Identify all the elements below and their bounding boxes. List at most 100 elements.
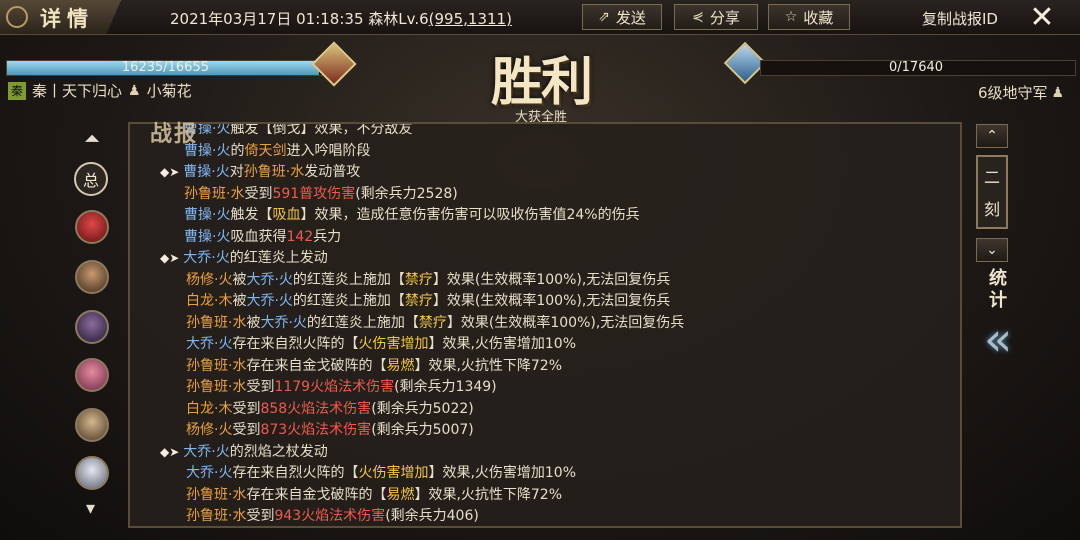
general-avatar[interactable] [75, 456, 109, 490]
log-segment: 受到 [244, 185, 273, 202]
log-segment: 曹操·火 [184, 228, 231, 245]
log-line: 孙鲁班·水存在来自金戈破阵的【易燃】效果,火抗性下降72% [160, 485, 960, 507]
log-line: 孙鲁班·水受到1179火焰法术伤害(剩余兵力1349) [160, 377, 960, 399]
log-segment: 火伤害增加 [358, 465, 429, 481]
action-marker-icon: ◆➤ [160, 251, 180, 265]
left-hp-text: 16235/16655 [121, 60, 209, 75]
attacker-info: 秦 秦丨天下归心 ♟ 小菊花 [8, 80, 192, 101]
alliance-name[interactable]: 秦丨天下归心 [32, 80, 122, 101]
log-segment: 曹操·火 [183, 164, 230, 180]
log-segment: 的红莲炎上施加【 [292, 293, 405, 309]
ornament-icon [6, 6, 28, 28]
general-avatar[interactable] [75, 310, 109, 344]
log-segment: 受到 [246, 508, 275, 524]
log-segment: 易燃 [386, 357, 415, 374]
log-segment: 孙鲁班·水 [186, 357, 247, 374]
log-segment: 的红莲炎上施加【 [306, 314, 419, 331]
log-segment: 大乔·火 [183, 250, 230, 266]
log-segment: 禁疗 [404, 293, 433, 309]
log-line: ◆➤ 曹操·火对孙鲁班·水发动普攻 [160, 162, 960, 184]
stats-char: 计 [989, 290, 1007, 311]
log-segment: 的烈焰之杖发动 [229, 443, 328, 460]
log-segment: 大乔·火 [260, 314, 307, 331]
log-segment: 大乔·火 [246, 271, 293, 288]
general-avatar[interactable] [75, 358, 109, 392]
log-line: ◆➤ 大乔·火的红莲炎上发动 [160, 248, 960, 270]
log-line: 大乔·火存在来自烈火阵的【火伤害增加】效果,火伤害增加10% [160, 334, 960, 356]
log-line: 杨修·火受到873火焰法术伤害(剩余兵力5007) [160, 420, 960, 442]
log-segment: (剩余兵力2528) [355, 185, 458, 202]
copy-report-id-button[interactable]: 复制战报ID [922, 8, 998, 29]
top-bar: 详情 2021年03月17日 01:18:35 森林Lv.6(995,1311)… [0, 0, 1080, 35]
log-line: 曹操·火的倚天剑进入吟唱阶段 [160, 141, 960, 163]
faction-badge: 秦 [8, 81, 26, 100]
log-segment: 591普攻伤害 [272, 185, 356, 202]
summary-button[interactable]: 总 [74, 162, 108, 196]
log-segment: 易燃 [386, 486, 415, 503]
stats-char: 统 [989, 268, 1007, 289]
chevron-up-icon[interactable]: ⏶ [84, 126, 100, 150]
chevron-down-icon[interactable]: ▾ [86, 498, 95, 519]
action-marker-icon: ◆➤ [160, 165, 180, 179]
general-avatar[interactable] [75, 408, 109, 442]
left-hp-bar: 16235/16655 [6, 60, 328, 76]
send-button[interactable]: ⇗ 发送 [582, 4, 662, 30]
scroll-up-button[interactable]: ⌃ [976, 124, 1008, 148]
share-icon: ⋞ [692, 9, 704, 25]
right-hp-text: 0/17640 [889, 60, 944, 75]
coords-link[interactable]: (995,1311) [429, 10, 512, 28]
battle-report-stamp: 战报 [150, 121, 199, 147]
page-title: 详情 [40, 6, 94, 31]
log-segment: 禁疗 [404, 271, 433, 288]
double-chevron-left-icon[interactable]: « [984, 312, 1012, 366]
log-segment: 1179火焰法术伤害 [274, 379, 395, 395]
log-line: 孙鲁班·水受到943火焰法术伤害(剩余兵力406) [160, 506, 960, 526]
log-segment: 】效果,火伤害增加10% [428, 336, 577, 352]
log-segment: 倚天剑 [244, 142, 287, 159]
player-name[interactable]: 小菊花 [147, 80, 192, 101]
log-segment: 存在来自金戈破阵的【 [246, 357, 387, 374]
phase-char: 刻 [983, 200, 1000, 219]
log-segment: 】效果，造成任意伤害伤害可以吸收伤害值24%的伤兵 [300, 207, 640, 223]
share-button[interactable]: ⋞ 分享 [674, 4, 758, 30]
scroll-down-button[interactable]: ⌄ [976, 238, 1008, 262]
log-segment: 孙鲁班·水 [243, 164, 305, 180]
log-segment: 对 [229, 164, 244, 180]
log-segment: 兵力 [313, 228, 342, 245]
log-segment: 】效果(生效概率100%),无法回复伤兵 [432, 271, 671, 288]
phase-indicator: 二 刻 [976, 155, 1008, 229]
player-icon: ♟ [128, 82, 141, 99]
log-segment: 孙鲁班·水 [184, 185, 245, 202]
battle-result: 胜利 [490, 52, 593, 113]
battle-log: 曹操·火触发【倒戈】效果，不分敌友 曹操·火的倚天剑进入吟唱阶段 ◆➤ 曹操·火对孙鲁… [160, 124, 960, 526]
general-avatar[interactable] [75, 210, 109, 244]
log-segment: 存在来自烈火阵的【 [232, 465, 359, 481]
log-segment: 白龙·木 [186, 293, 233, 309]
log-segment: 进入吟唱阶段 [286, 142, 371, 159]
log-segment: 受到 [232, 422, 261, 438]
log-line: 白龙·木受到858火焰法术伤害(剩余兵力5022) [160, 399, 960, 421]
title-tab: 详情 [0, 0, 121, 34]
defender-name: 6级地守军 [978, 84, 1048, 102]
log-segment: 孙鲁班·水 [186, 486, 247, 503]
stats-button[interactable]: 统 计 [986, 268, 1010, 312]
log-segment: 杨修·火 [186, 422, 233, 438]
log-line: 孙鲁班·水存在来自金戈破阵的【易燃】效果,火抗性下降72% [160, 356, 960, 378]
close-icon[interactable]: ✕ [1020, 0, 1064, 35]
report-datetime: 2021年03月17日 01:18:35 [170, 10, 364, 28]
log-segment: 禁疗 [418, 314, 447, 331]
log-segment: 的红莲炎上施加【 [292, 271, 405, 288]
log-segment: 873火焰法术伤害 [260, 422, 372, 438]
log-segment: 】效果,火抗性下降72% [414, 486, 563, 503]
battle-log-panel[interactable]: 曹操·火触发【倒戈】效果，不分敌友 曹操·火的倚天剑进入吟唱阶段 ◆➤ 曹操·火对孙鲁… [128, 122, 962, 528]
favorite-button[interactable]: ☆ 收藏 [768, 4, 850, 30]
general-avatar[interactable] [75, 260, 109, 294]
log-segment: 大乔·火 [246, 293, 293, 309]
log-segment: 被 [232, 293, 247, 309]
log-line: 白龙·木被大乔·火的红莲炎上施加【禁疗】效果(生效概率100%),无法回复伤兵 [160, 291, 960, 313]
share-label: 分享 [709, 8, 740, 27]
log-line: 孙鲁班·水被大乔·火的红莲炎上施加【禁疗】效果(生效概率100%),无法回复伤兵 [160, 313, 960, 335]
log-segment: 大乔·火 [186, 465, 233, 481]
defender-info: 6级地守军 ♟ [978, 82, 1064, 103]
log-segment: 发动普攻 [304, 164, 361, 180]
